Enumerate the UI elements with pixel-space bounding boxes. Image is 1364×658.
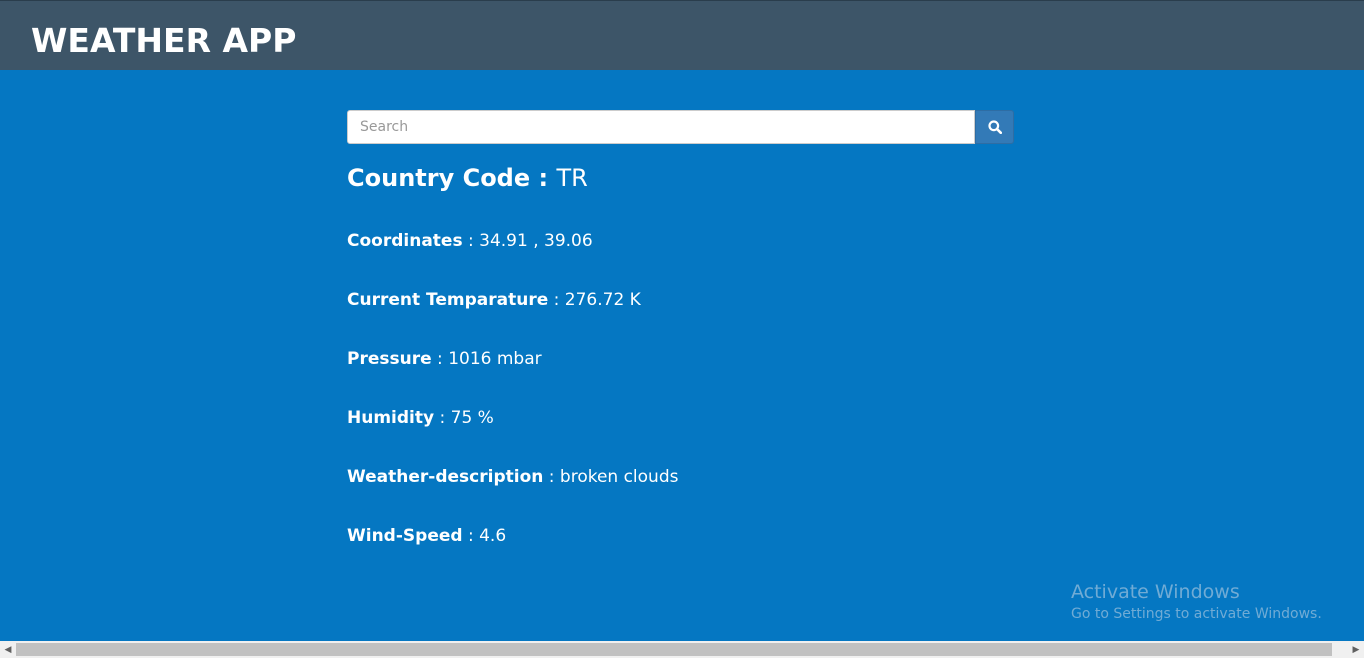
wind-speed-row: Wind-Speed : 4.6 <box>347 524 506 548</box>
country-code-separator: : <box>530 164 557 192</box>
navbar: WEATHER APP <box>0 0 1364 70</box>
temperature-row: Current Temparature : 276.72 K <box>347 288 641 312</box>
search-bar <box>347 110 1014 144</box>
weather-description-label: Weather-description <box>347 467 544 487</box>
horizontal-scrollbar[interactable]: ◀ ▶ <box>0 641 1364 658</box>
app-title[interactable]: WEATHER APP <box>31 21 296 61</box>
coordinates-row: Coordinates : 34.91 , 39.06 <box>347 229 593 253</box>
coordinates-label: Coordinates <box>347 231 463 251</box>
wind-speed-label: Wind-Speed <box>347 526 463 546</box>
watermark-subtitle: Go to Settings to activate Windows. <box>1071 606 1322 622</box>
pressure-value: 1016 mbar <box>448 349 542 369</box>
coordinates-separator: : <box>462 231 480 251</box>
humidity-separator: : <box>434 408 451 428</box>
coordinates-value: 34.91 , 39.06 <box>479 231 593 251</box>
search-icon <box>987 120 1002 134</box>
country-code-label: Country Code <box>347 164 531 192</box>
weather-description-separator: : <box>543 467 560 487</box>
weather-description-value: broken clouds <box>559 467 679 487</box>
wind-speed-separator: : <box>462 526 480 546</box>
temperature-separator: : <box>548 290 565 310</box>
wind-speed-value: 4.6 <box>479 526 507 546</box>
country-code-value: TR <box>556 164 588 192</box>
search-button[interactable] <box>975 110 1014 144</box>
country-code-row: Country Code : TR <box>347 162 588 194</box>
scroll-right-arrow-icon[interactable]: ▶ <box>1348 641 1364 658</box>
scrollbar-thumb[interactable] <box>16 643 1332 656</box>
humidity-row: Humidity : 75 % <box>347 406 494 430</box>
temperature-label: Current Temparature <box>347 290 549 310</box>
search-input[interactable] <box>347 110 975 144</box>
pressure-label: Pressure <box>347 349 432 369</box>
watermark-title: Activate Windows <box>1071 581 1240 603</box>
pressure-row: Pressure : 1016 mbar <box>347 347 542 371</box>
pressure-separator: : <box>431 349 449 369</box>
weather-description-row: Weather-description : broken clouds <box>347 465 678 489</box>
humidity-value: 75 % <box>450 408 494 428</box>
scroll-left-arrow-icon[interactable]: ◀ <box>0 641 16 658</box>
activate-windows-watermark: Activate Windows Go to Settings to activ… <box>1071 580 1322 624</box>
humidity-label: Humidity <box>347 408 435 428</box>
temperature-value: 276.72 K <box>564 290 641 310</box>
